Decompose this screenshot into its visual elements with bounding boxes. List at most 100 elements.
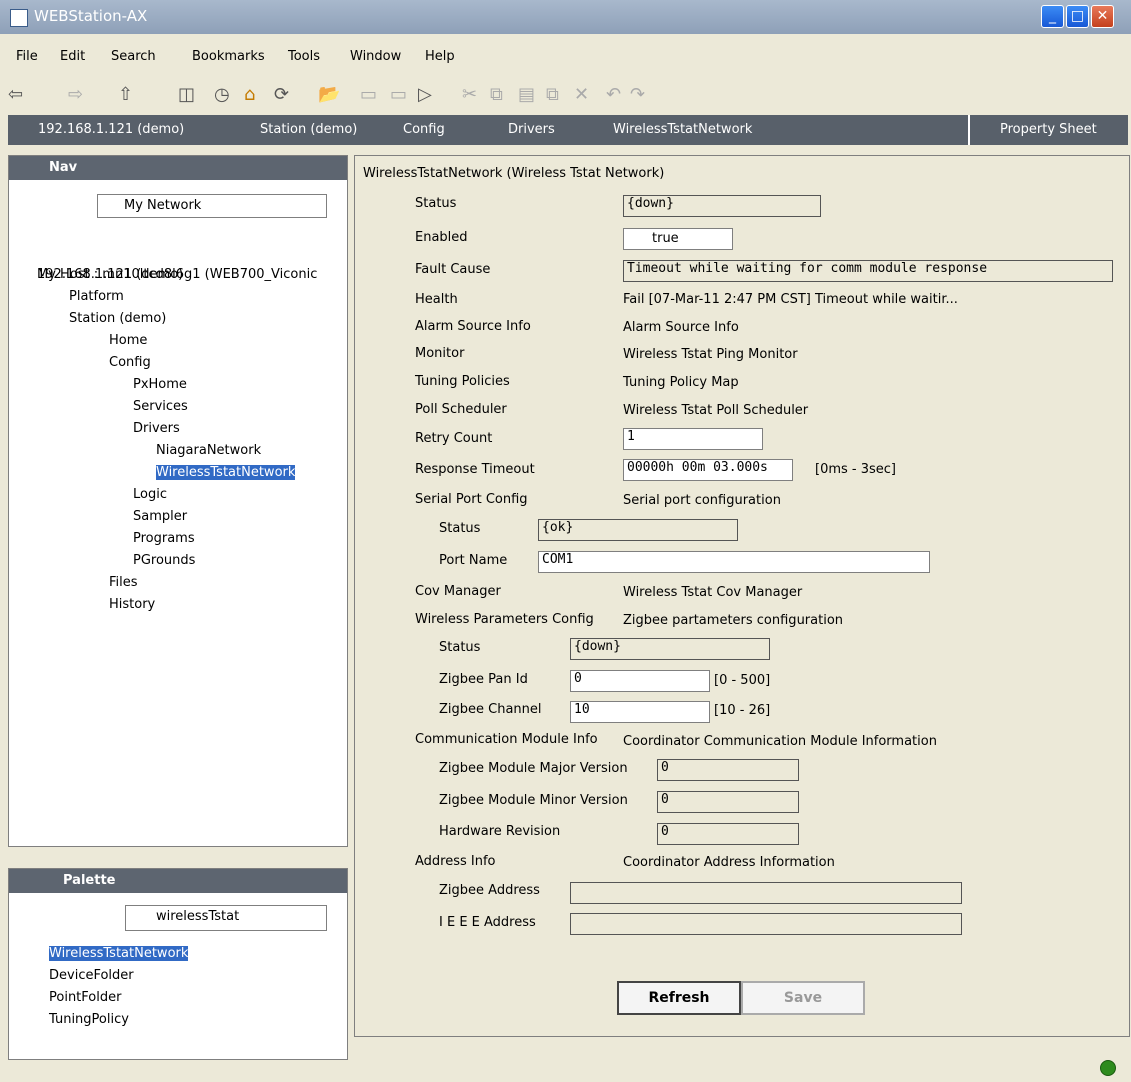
palette-item-pointfolder[interactable]: PointFolder: [49, 990, 121, 1005]
tree-item-sampler[interactable]: Sampler: [133, 509, 187, 524]
refresh-icon[interactable]: ⟳: [274, 84, 289, 105]
home-icon[interactable]: ⌂: [244, 84, 255, 105]
port-name-input[interactable]: COM1: [538, 551, 930, 573]
cov-label: Cov Manager: [415, 584, 501, 599]
response-timeout-input[interactable]: 00000h 00m 03.000s: [623, 459, 793, 481]
retry-input[interactable]: 1: [623, 428, 763, 450]
close-button[interactable]: ✕: [1091, 5, 1114, 28]
tree-item-niagaranetwork[interactable]: NiagaraNetwork: [156, 443, 261, 458]
serial-port-value: Serial port configuration: [623, 493, 781, 508]
tree-item-services[interactable]: Services: [133, 399, 188, 414]
refresh-button[interactable]: Refresh: [617, 981, 741, 1015]
up-icon[interactable]: ⇧: [118, 84, 133, 105]
save-button[interactable]: Save: [741, 981, 865, 1015]
tree-item-platform[interactable]: Platform: [69, 289, 124, 304]
cov-value: Wireless Tstat Cov Manager: [623, 585, 803, 600]
channel-input[interactable]: 10: [570, 701, 710, 723]
tree-item-home[interactable]: Home: [109, 333, 147, 348]
menu-search[interactable]: Search: [111, 49, 156, 64]
health-label: Health: [415, 292, 458, 307]
view-selector[interactable]: Property Sheet: [968, 115, 1130, 145]
wireless-params-label: Wireless Parameters Config: [415, 612, 594, 627]
ieee-address-value: [570, 913, 962, 935]
serial-status-value: {ok}: [538, 519, 738, 541]
breadcrumb-host[interactable]: 192.168.1.121 (demo): [38, 122, 184, 137]
comm-module-label: Communication Module Info: [415, 732, 598, 747]
menu-window[interactable]: Window: [350, 49, 401, 64]
undo-icon[interactable]: ↶: [606, 84, 621, 105]
major-version-value: 0: [657, 759, 799, 781]
cut-icon[interactable]: ✂: [462, 84, 477, 105]
maximize-button[interactable]: □: [1066, 5, 1089, 28]
minimize-button[interactable]: _: [1041, 5, 1064, 28]
tree-item-station[interactable]: Station (demo): [69, 311, 166, 326]
redo-icon[interactable]: ↷: [630, 84, 645, 105]
title-bar: WEBStation-AX _ □ ✕: [0, 0, 1131, 34]
palette-selector[interactable]: wirelessTstat: [125, 905, 327, 931]
palette-title: Palette: [63, 873, 116, 888]
menu-bookmarks[interactable]: Bookmarks: [192, 49, 265, 64]
sheet-header: WirelessTstatNetwork (Wireless Tstat Net…: [363, 166, 665, 181]
enabled-select[interactable]: true: [623, 228, 733, 250]
tree-item-pxhome[interactable]: PxHome: [133, 377, 187, 392]
open-icon[interactable]: 📂: [318, 84, 340, 105]
property-sheet: WirelessTstatNetwork (Wireless Tstat Net…: [354, 155, 1130, 1037]
hardware-revision-value: 0: [657, 823, 799, 845]
network-selector[interactable]: My Network: [97, 194, 327, 218]
tree-item-files[interactable]: Files: [109, 575, 138, 590]
serial-port-label: Serial Port Config: [415, 492, 528, 507]
history-icon[interactable]: ◷: [214, 84, 230, 105]
duplicate-icon[interactable]: ⧉: [546, 84, 559, 105]
status-label: Status: [415, 196, 457, 211]
nav-panel: Nav My Network My Host : mn10ltcd8l6g1 (…: [8, 155, 348, 847]
save-button-label: Save: [783, 990, 823, 1006]
retry-label: Retry Count: [415, 431, 493, 446]
tree-item-drivers[interactable]: Drivers: [133, 421, 180, 436]
menu-file[interactable]: File: [16, 49, 38, 64]
page-icon[interactable]: ▷: [418, 84, 432, 105]
delete-icon[interactable]: ✕: [574, 84, 589, 105]
palette-item-tuningpolicy[interactable]: TuningPolicy: [49, 1012, 129, 1027]
breadcrumb-network[interactable]: WirelessTstatNetwork: [613, 122, 752, 137]
ieee-address-label: I E E E Address: [439, 915, 536, 930]
forward-icon[interactable]: ⇨: [68, 84, 83, 105]
palette-header: Palette: [9, 869, 347, 893]
tree-item-history[interactable]: History: [109, 597, 155, 612]
pan-id-input[interactable]: 0: [570, 670, 710, 692]
address-info-value: Coordinator Address Information: [623, 855, 835, 870]
major-version-label: Zigbee Module Major Version: [439, 761, 628, 776]
menu-help[interactable]: Help: [425, 49, 455, 64]
status-value: {down}: [623, 195, 821, 217]
menu-tools[interactable]: Tools: [288, 49, 320, 64]
menu-bar: File Edit Search Bookmarks Tools Window …: [0, 46, 1131, 68]
menu-edit[interactable]: Edit: [60, 49, 85, 64]
poll-label: Poll Scheduler: [415, 402, 507, 417]
side-bar-icon[interactable]: ◫: [178, 84, 195, 105]
tree-item-config[interactable]: Config: [109, 355, 151, 370]
tuning-value: Tuning Policy Map: [623, 375, 739, 390]
save-bog-icon[interactable]: ▭: [390, 84, 407, 105]
wireless-params-value: Zigbee partameters configuration: [623, 613, 844, 628]
tree-item-programs[interactable]: Programs: [133, 531, 195, 546]
comm-module-value: Coordinator Communication Module Informa…: [623, 734, 937, 749]
tree-item-logic[interactable]: Logic: [133, 487, 167, 502]
palette-item-wirelesststatnetwork[interactable]: WirelessTstatNetwork: [49, 946, 189, 961]
paste-icon[interactable]: ▤: [518, 84, 535, 105]
health-value: Fail [07-Mar-11 2:47 PM CST] Timeout whi…: [623, 292, 958, 307]
tree-item-wirelesststatnetwork[interactable]: WirelessTstatNetwork: [156, 465, 296, 480]
app-icon: [10, 9, 28, 27]
breadcrumb-config[interactable]: Config: [403, 122, 445, 137]
wpc-status-value: {down}: [570, 638, 770, 660]
save-icon[interactable]: ▭: [360, 84, 377, 105]
tree-item-pgrounds[interactable]: PGrounds: [133, 553, 195, 568]
palette-panel: Palette wirelessTstat WirelessTstatNetwo…: [8, 868, 348, 1060]
pan-id-range: [0 - 500]: [714, 673, 771, 688]
tree-item-host-ip[interactable]: 192.168.1.121 (demo): [37, 267, 183, 282]
toolbar: ⇦ ⇨ ⇧ ◫ ◷ ⌂ ⟳ 📂 ▭ ▭ ▷ ✂ ⧉ ▤ ⧉ ✕ ↶ ↷: [0, 74, 1131, 114]
back-icon[interactable]: ⇦: [8, 84, 23, 105]
breadcrumb-drivers[interactable]: Drivers: [508, 122, 555, 137]
palette-item-devicefolder[interactable]: DeviceFolder: [49, 968, 134, 983]
copy-icon[interactable]: ⧉: [490, 84, 503, 105]
breadcrumb-station[interactable]: Station (demo): [260, 122, 357, 137]
fault-cause-label: Fault Cause: [415, 262, 491, 277]
